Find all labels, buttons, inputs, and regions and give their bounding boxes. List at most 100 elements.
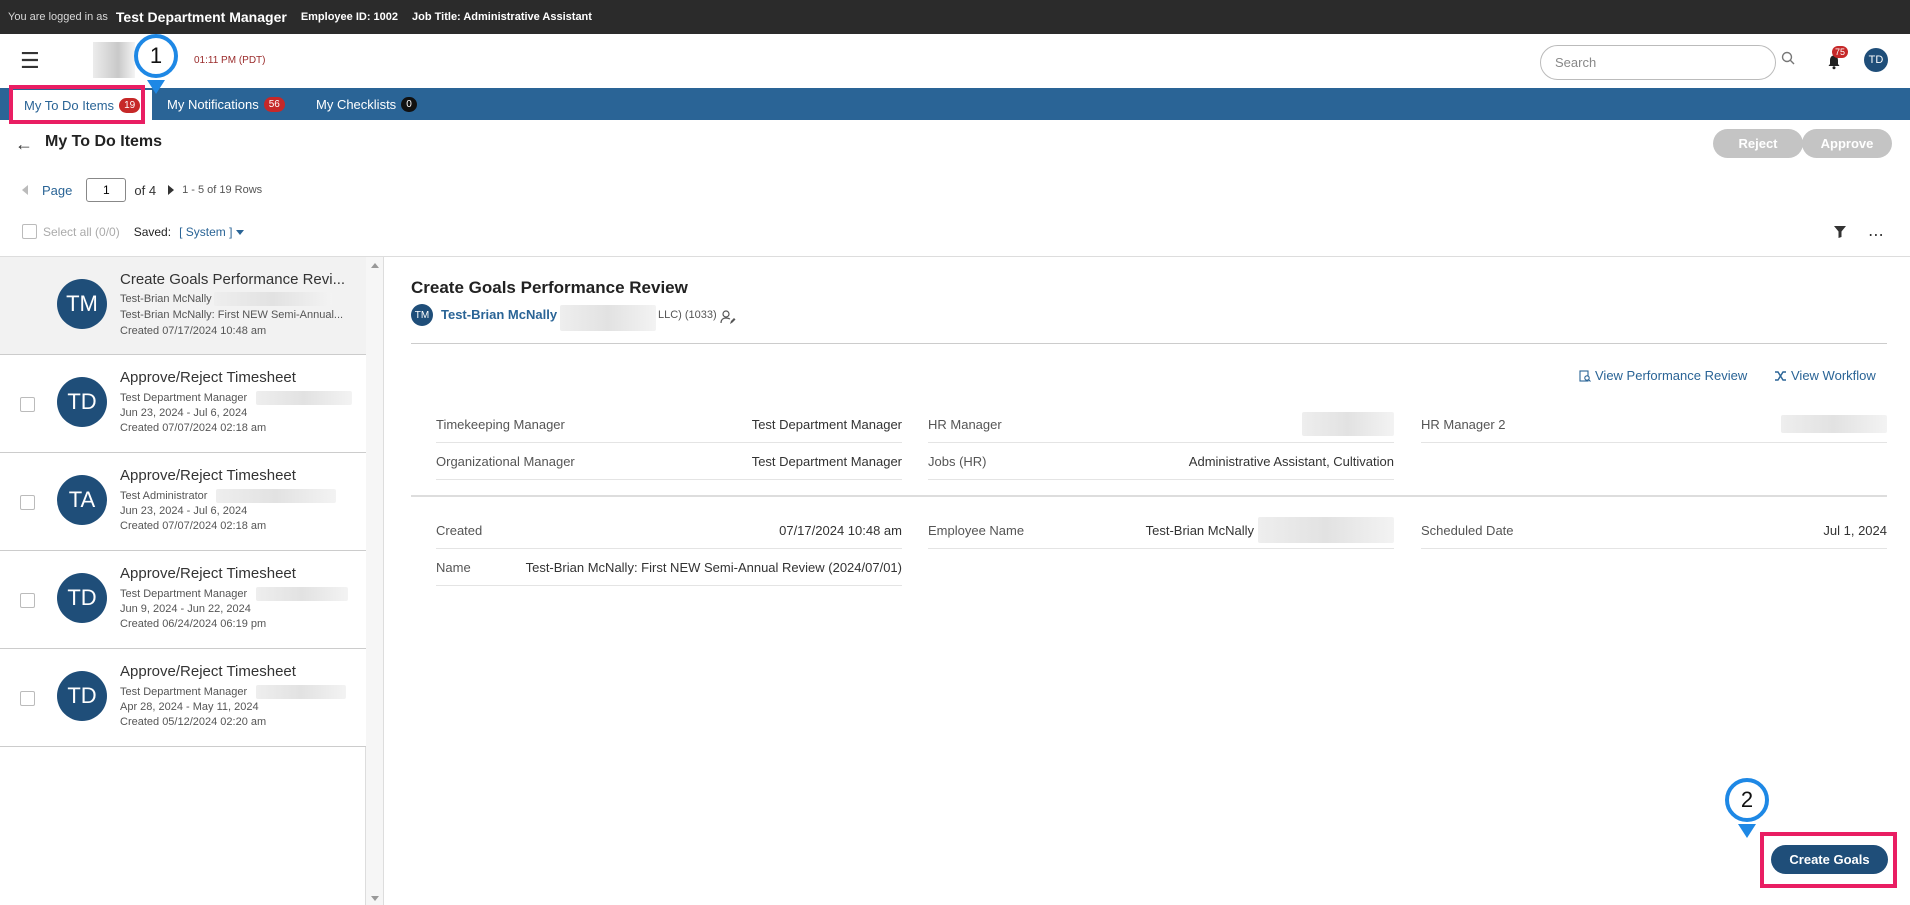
job-title: Job Title: Administrative Assistant bbox=[412, 11, 592, 23]
chevron-down-icon bbox=[236, 229, 245, 235]
highlight-box-tab bbox=[9, 85, 145, 124]
view-workflow-link[interactable]: View Workflow bbox=[1774, 368, 1876, 383]
divider bbox=[411, 343, 1887, 344]
item-line: Apr 28, 2024 - May 11, 2024 bbox=[120, 701, 259, 713]
item-title: Approve/Reject Timesheet bbox=[120, 467, 296, 484]
tab-my-checklists[interactable]: My Checklists 0 bbox=[316, 88, 417, 120]
page-of-label: of 4 bbox=[134, 182, 157, 198]
employee-id: Employee ID: 1002 bbox=[300, 11, 399, 23]
field-scheduled-date: Scheduled Date Jul 1, 2024 bbox=[1421, 512, 1887, 549]
search-input[interactable] bbox=[1540, 45, 1776, 80]
back-arrow-icon[interactable]: ← bbox=[15, 134, 33, 155]
tab-label: My Checklists bbox=[316, 96, 397, 112]
redacted-text bbox=[1781, 415, 1887, 433]
user-avatar[interactable]: TD bbox=[1864, 48, 1888, 72]
avatar: TA bbox=[57, 475, 107, 525]
approve-button[interactable]: Approve bbox=[1802, 129, 1892, 158]
detail-title: Create Goals Performance Review bbox=[411, 278, 688, 297]
field-label: Timekeeping Manager bbox=[436, 417, 565, 432]
item-created: Created 07/07/2024 02:18 am bbox=[120, 422, 267, 434]
item-line: Test-Brian McNally: First NEW Semi-Annua… bbox=[120, 309, 344, 321]
rows-count: 1 - 5 of 19 Rows bbox=[182, 184, 263, 196]
reject-button[interactable]: Reject bbox=[1713, 129, 1803, 158]
field-value: Test-Brian McNally bbox=[1145, 523, 1254, 538]
item-created: Created 06/24/2024 06:19 pm bbox=[120, 618, 267, 630]
field-label: Created bbox=[436, 523, 483, 538]
workflow-icon bbox=[1775, 370, 1786, 381]
step-marker-1: 1 bbox=[134, 34, 178, 78]
redacted-text bbox=[560, 305, 656, 331]
field-label: Employee Name bbox=[928, 523, 1025, 538]
avatar: TD bbox=[57, 377, 107, 427]
person-edit-icon[interactable] bbox=[720, 309, 736, 325]
field-value: Test-Brian McNally: First NEW Semi-Annua… bbox=[525, 560, 902, 575]
field-label: Name bbox=[436, 560, 471, 575]
scroll-down-icon[interactable] bbox=[371, 896, 379, 901]
list-scrollbar[interactable] bbox=[366, 257, 384, 905]
item-title: Approve/Reject Timesheet bbox=[120, 369, 296, 386]
selection-bar: Select all (0/0) Saved: [ System ] bbox=[22, 224, 245, 239]
scroll-up-icon[interactable] bbox=[371, 263, 379, 268]
list-item[interactable]: TD Approve/Reject Timesheet Test Departm… bbox=[0, 649, 366, 747]
field-label: Jobs (HR) bbox=[928, 454, 987, 469]
field-label: HR Manager bbox=[928, 417, 1002, 432]
page-label: Page bbox=[42, 182, 73, 198]
redacted-text bbox=[216, 489, 336, 503]
field-label: HR Manager 2 bbox=[1421, 417, 1506, 432]
item-checkbox[interactable] bbox=[20, 691, 35, 706]
logged-in-user: Test Department Manager bbox=[115, 9, 287, 25]
item-created: Created 05/12/2024 02:20 am bbox=[120, 716, 267, 728]
avatar: TD bbox=[57, 573, 107, 623]
saved-view-value: [ System ] bbox=[179, 224, 233, 239]
logged-in-prefix: You are logged in as bbox=[8, 11, 108, 23]
item-checkbox[interactable] bbox=[20, 495, 35, 510]
item-line: Jun 9, 2024 - Jun 22, 2024 bbox=[120, 603, 251, 615]
redacted-text bbox=[256, 685, 346, 699]
employee-company: LLC) (1033) bbox=[658, 309, 717, 321]
field-label: Organizational Manager bbox=[436, 454, 575, 469]
next-page-icon[interactable] bbox=[168, 185, 175, 195]
field-value: Administrative Assistant, Cultivation bbox=[1188, 454, 1394, 469]
item-created: Created 07/07/2024 02:18 am bbox=[120, 520, 267, 532]
current-time: 01:11 PM (PDT) bbox=[194, 55, 266, 66]
pager: Page of 4 1 - 5 of 19 Rows bbox=[22, 177, 262, 203]
list-item[interactable]: TA Approve/Reject Timesheet Test Adminis… bbox=[0, 453, 366, 551]
item-checkbox[interactable] bbox=[20, 593, 35, 608]
notification-count-badge: 75 bbox=[1832, 46, 1849, 58]
field-jobs-hr: Jobs (HR) Administrative Assistant, Cult… bbox=[928, 443, 1394, 480]
field-hr-manager-2: HR Manager 2 bbox=[1421, 406, 1887, 443]
item-created: Created 07/17/2024 10:48 am bbox=[120, 325, 267, 337]
item-line: Jun 23, 2024 - Jul 6, 2024 bbox=[120, 407, 248, 419]
select-all-label: Select all (0/0) bbox=[43, 224, 120, 239]
prev-page-icon[interactable] bbox=[22, 185, 28, 195]
field-organizational-manager: Organizational Manager Test Department M… bbox=[436, 443, 902, 480]
to-do-list: TM Create Goals Performance Revi... Test… bbox=[0, 257, 366, 905]
more-options-icon[interactable]: ⋯ bbox=[1868, 225, 1885, 245]
view-workflow-label: View Workflow bbox=[1791, 368, 1876, 383]
hamburger-menu-icon[interactable]: ☰ bbox=[20, 50, 40, 72]
avatar: TD bbox=[57, 671, 107, 721]
item-checkbox[interactable] bbox=[20, 397, 35, 412]
field-value: 07/17/2024 10:48 am bbox=[779, 523, 902, 538]
step-marker-2: 2 bbox=[1725, 778, 1769, 822]
list-item[interactable]: TD Approve/Reject Timesheet Test Departm… bbox=[0, 551, 366, 649]
employee-link[interactable]: Test-Brian McNally bbox=[441, 307, 557, 322]
item-title: Approve/Reject Timesheet bbox=[120, 663, 296, 680]
employee-avatar: TM bbox=[411, 304, 433, 326]
search-icon[interactable] bbox=[1781, 51, 1795, 65]
select-all-checkbox[interactable] bbox=[22, 224, 37, 239]
tab-my-notifications[interactable]: My Notifications 56 bbox=[167, 88, 285, 120]
view-performance-review-link[interactable]: View Performance Review bbox=[1579, 368, 1747, 383]
saved-view-dropdown[interactable]: [ System ] bbox=[179, 224, 245, 239]
view-performance-review-label: View Performance Review bbox=[1595, 368, 1748, 383]
page-number-input[interactable] bbox=[86, 178, 127, 202]
filter-icon[interactable] bbox=[1834, 226, 1846, 238]
saved-label: Saved: bbox=[133, 224, 172, 239]
list-item[interactable]: TD Approve/Reject Timesheet Test Departm… bbox=[0, 355, 366, 453]
field-created: Created 07/17/2024 10:48 am bbox=[436, 512, 902, 549]
item-title: Create Goals Performance Revi... bbox=[120, 271, 346, 288]
field-value: Test Department Manager bbox=[751, 417, 902, 432]
document-search-icon bbox=[1579, 369, 1591, 382]
list-item[interactable]: TM Create Goals Performance Revi... Test… bbox=[0, 257, 366, 355]
item-title: Approve/Reject Timesheet bbox=[120, 565, 296, 582]
